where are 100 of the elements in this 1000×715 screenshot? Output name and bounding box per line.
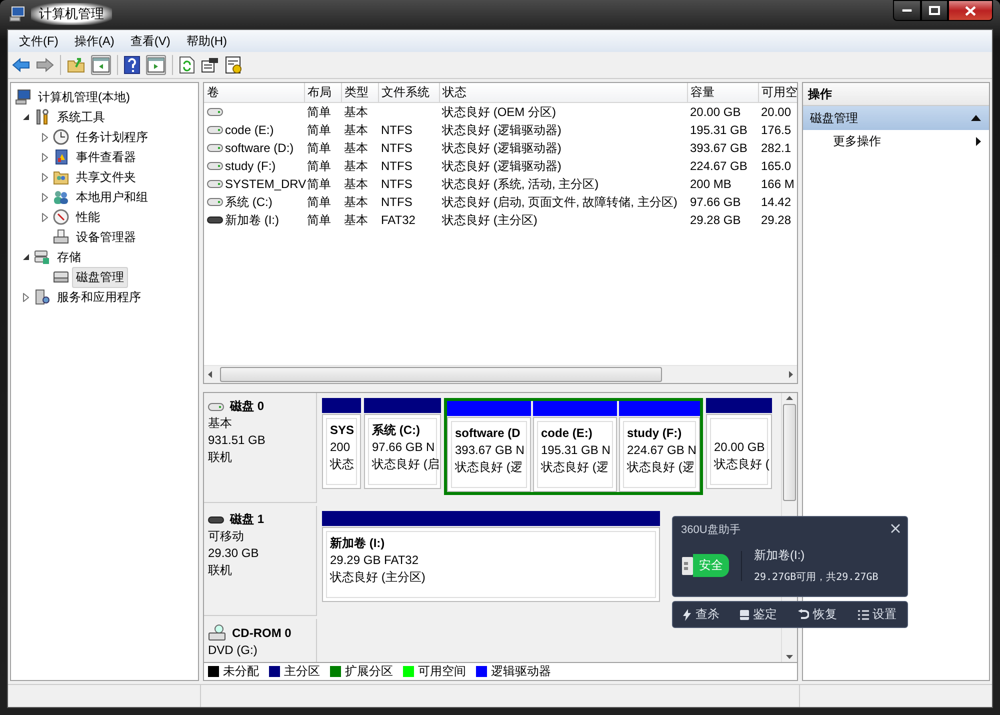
partition-panel[interactable]: 新加卷 (I:) 29.29 GB FAT32 状态良好 (主分区): [322, 527, 660, 602]
extended-partition-frame[interactable]: software (D 393.67 GB N 状态良好 (逻 code (E:) 195.31 GB N 状态良好 (逻 study (F:) 224.67 GB N 状态良好 (逻: [444, 398, 703, 495]
disk-name: 磁盘 0: [230, 398, 264, 415]
column-header[interactable]: 可用空: [758, 83, 797, 102]
action-item[interactable]: 更多操作: [803, 130, 989, 152]
column-header[interactable]: 文件系统: [378, 83, 439, 102]
lightning-icon: [683, 608, 692, 620]
help-icon[interactable]: [124, 56, 140, 74]
table-cell-text: 282.1: [760, 140, 792, 157]
table-cell-text: 简单: [306, 158, 332, 174]
menu-item[interactable]: 查看(V): [122, 32, 178, 50]
expander-icon[interactable]: [22, 114, 30, 120]
table-cell-text: 状态良好 (启动, 页面文件, 故障转储, 主分区): [441, 194, 678, 210]
horizontal-scrollbar[interactable]: [204, 365, 797, 383]
partition-size: 393.67 GB N: [455, 442, 525, 459]
table-cell-text: 简单: [306, 140, 332, 156]
close-icon[interactable]: [891, 524, 900, 533]
column-header[interactable]: 卷: [204, 83, 304, 102]
partition-panel[interactable]: SYS 200 状态: [322, 414, 361, 489]
table-cell-text: 基本: [343, 122, 369, 138]
pane-toggle-icon[interactable]: [92, 56, 110, 74]
section-header[interactable]: 磁盘管理: [803, 106, 989, 130]
menu-item[interactable]: 操作(A): [66, 32, 122, 50]
back-arrow-icon[interactable]: [12, 57, 30, 73]
tree-item[interactable]: 任务计划程序: [72, 126, 152, 148]
undo-arrow-icon: [798, 609, 809, 620]
table-cell: code (E:): [225, 123, 274, 137]
tree-item[interactable]: 共享文件夹: [72, 166, 140, 188]
table-cell-text: 200 MB: [689, 176, 732, 193]
minimize-button[interactable]: [893, 0, 921, 21]
scan-button[interactable]: 查杀: [683, 606, 720, 623]
partition-name: code (E:): [541, 425, 594, 442]
menu-item[interactable]: 文件(F): [11, 32, 66, 50]
partition-panel[interactable]: code (E:) 195.31 GB N 状态良好 (逻: [533, 417, 617, 492]
drive-icon: [207, 107, 223, 117]
table-cell: 新加卷 (I:): [225, 212, 279, 228]
table-cell-text: 状态良好 (主分区): [441, 212, 538, 228]
people-icon: [53, 189, 69, 205]
partition-status: 状态良好 (主分区): [330, 569, 426, 586]
drive-icon: [208, 514, 224, 524]
refresh-icon[interactable]: [179, 56, 195, 74]
table-cell-text: 166 M: [760, 176, 796, 193]
tree-item[interactable]: 磁盘管理: [72, 266, 128, 288]
drive-icon: [207, 125, 223, 135]
submenu-arrow-icon: [976, 136, 981, 146]
partition-size: 195.31 GB N: [541, 442, 611, 459]
legend-label: 可用空间: [418, 663, 466, 680]
document-gear-icon[interactable]: [225, 56, 243, 74]
table-cell-text: NTFS: [380, 194, 414, 211]
partition-panel[interactable]: software (D 393.67 GB N 状态良好 (逻: [447, 417, 531, 492]
volume-name: 新加卷(I:): [754, 547, 806, 564]
tree-item[interactable]: 事件查看器: [72, 146, 140, 168]
close-icon: [965, 6, 976, 16]
notebook-icon: [53, 149, 69, 165]
column-header[interactable]: 布局: [304, 83, 341, 102]
folder-up-icon[interactable]: [67, 57, 85, 73]
table-cell: software (D:): [225, 141, 294, 155]
table-cell: 20.00 GB: [687, 102, 758, 121]
tree-item[interactable]: 计算机管理(本地): [34, 86, 134, 108]
partition-size: 29.29 GB FAT32: [330, 552, 420, 569]
column-header[interactable]: 状态: [439, 83, 687, 102]
identify-button[interactable]: 鉴定: [740, 606, 778, 623]
tree-item[interactable]: 存储: [53, 246, 85, 268]
column-header[interactable]: 类型: [341, 83, 378, 102]
expander-icon[interactable]: [22, 254, 30, 260]
cd-drive-icon: [208, 624, 226, 642]
column-header[interactable]: 容量: [687, 83, 758, 102]
partition-panel[interactable]: study (F:) 224.67 GB N 状态良好 (逻: [619, 417, 700, 492]
legend-label: 扩展分区: [345, 663, 393, 680]
restore-button[interactable]: 恢复: [798, 606, 837, 623]
pane-header: 操作: [803, 83, 989, 106]
table-cell-text: NTFS: [380, 176, 414, 193]
maximize-icon: [929, 6, 940, 15]
tree-item[interactable]: 性能: [72, 206, 104, 228]
tree-item[interactable]: 服务和应用程序: [53, 286, 145, 308]
partition-name: SYS: [330, 422, 355, 439]
drive-icon: [207, 143, 223, 153]
properties-icon[interactable]: [201, 57, 219, 73]
partition-name: study (F:): [627, 425, 683, 442]
pane-toggle-icon[interactable]: [147, 56, 165, 74]
tree-item[interactable]: 设备管理器: [72, 226, 140, 248]
settings-button[interactable]: 设置: [858, 606, 897, 623]
partition-status: 状态良好 (逻: [627, 459, 694, 476]
table-cell-text: 14.42: [760, 194, 792, 211]
close-button[interactable]: [948, 0, 993, 21]
legend-label: 未分配: [223, 663, 259, 680]
table-cell-text: 29.28: [760, 212, 792, 229]
tree-item[interactable]: 系统工具: [53, 106, 109, 128]
disk-drive-icon: [53, 269, 69, 285]
server-icon: [34, 289, 50, 305]
folder-people-icon: [53, 169, 69, 185]
menu-item[interactable]: 帮助(H): [178, 32, 235, 50]
table-cell-text: FAT32: [380, 212, 416, 229]
table-cell: 状态良好 (OEM 分区): [439, 102, 687, 121]
tree-item[interactable]: 本地用户和组: [72, 186, 152, 208]
usb-stick-icon: [681, 556, 693, 576]
forward-arrow-icon[interactable]: [36, 57, 54, 73]
partition-panel[interactable]: 系统 (C:) 97.66 GB N 状态良好 (启: [364, 414, 441, 489]
partition-panel[interactable]: 20.00 GB 状态良好 (: [706, 414, 772, 489]
maximize-button[interactable]: [921, 0, 948, 21]
